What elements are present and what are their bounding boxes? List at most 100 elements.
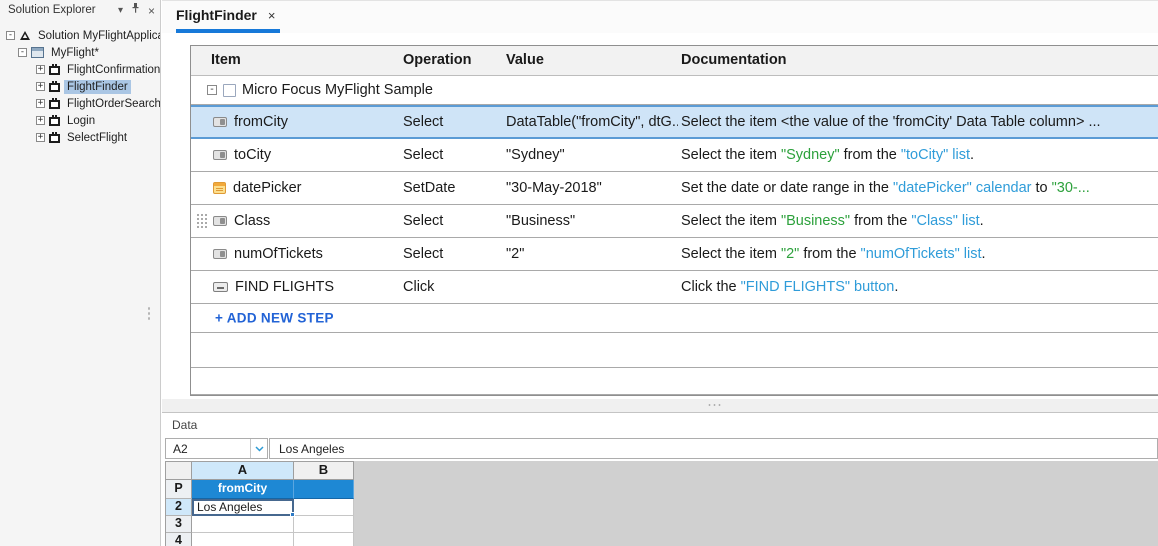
grid-header-row: AB — [166, 462, 354, 480]
tab-close-icon[interactable]: × — [268, 8, 276, 23]
row-header-3[interactable]: 3 — [166, 516, 192, 533]
doc-text: "Business" — [781, 213, 850, 229]
operation-cell[interactable]: SetDate — [403, 180, 455, 196]
column-header-documentation: Documentation — [681, 52, 787, 68]
sidebar-item-flightconfirmation[interactable]: + FlightConfirmation — [0, 61, 160, 78]
formula-bar-input[interactable]: Los Angeles — [269, 438, 1158, 459]
grid-cell[interactable] — [192, 533, 294, 546]
documentation-cell: Set the date or date range in the "dateP… — [681, 180, 1152, 196]
fill-handle[interactable] — [290, 512, 295, 517]
sidebar-item-selectflight[interactable]: + SelectFlight — [0, 129, 160, 146]
value-cell[interactable]: DataTable("fromCity", dtG... — [506, 114, 678, 130]
sidebar-item-label[interactable]: Solution MyFlightApplicat — [35, 29, 160, 43]
splitter-grip-icon[interactable] — [707, 403, 723, 408]
operation-cell[interactable]: Select — [403, 147, 443, 163]
step-row-datepicker[interactable]: datePicker SetDate "30-May-2018" Set the da… — [191, 172, 1158, 205]
item-cell[interactable]: numOfTickets — [213, 246, 323, 262]
expander-icon[interactable]: + — [36, 116, 45, 125]
doc-text: "Sydney" — [781, 147, 840, 163]
expander-icon[interactable]: + — [36, 99, 45, 108]
grid-cell[interactable]: Los Angeles — [192, 499, 294, 516]
group-row[interactable]: -Micro Focus MyFlight Sample — [191, 76, 1158, 105]
operation-cell[interactable]: Click — [403, 279, 434, 295]
expander-icon[interactable]: + — [36, 65, 45, 74]
doc-text: "Class" list — [911, 213, 979, 229]
item-cell[interactable]: fromCity — [213, 114, 288, 130]
combo-icon — [213, 117, 227, 127]
value-cell[interactable]: "2" — [506, 246, 524, 262]
sidebar-item-login[interactable]: + Login — [0, 112, 160, 129]
appmodel-icon — [49, 134, 60, 143]
step-row-fromcity[interactable]: fromCity Select DataTable("fromCity", dtG.… — [191, 105, 1158, 139]
window-checkbox-icon[interactable] — [223, 84, 236, 97]
sidebar-item-label[interactable]: FlightFinder — [64, 80, 131, 94]
doc-text: . — [982, 246, 986, 262]
grid-cell[interactable] — [294, 499, 354, 516]
pin-icon[interactable] — [131, 3, 140, 19]
sidebar-item-flightordersearch[interactable]: + FlightOrderSearch — [0, 95, 160, 112]
add-new-step-row[interactable]: + ADD NEW STEP — [191, 304, 1158, 333]
row-header-2[interactable]: 2 — [166, 499, 192, 516]
grid-cell[interactable] — [294, 480, 354, 499]
row-header-4[interactable]: 4 — [166, 533, 192, 546]
step-row-find-flights[interactable]: FIND FLIGHTSClickClick the "FIND FLIGHTS… — [191, 271, 1158, 304]
doc-text: Select the item — [681, 213, 781, 229]
doc-text: "datePicker" calendar — [893, 180, 1031, 196]
operation-cell[interactable]: Select — [403, 114, 443, 130]
horizontal-splitter[interactable] — [162, 399, 1158, 412]
value-cell[interactable]: "30-May-2018" — [506, 180, 602, 196]
expander-icon[interactable]: + — [36, 82, 45, 91]
doc-text: Select the item <the value of the 'fromC… — [681, 114, 1101, 130]
item-cell[interactable]: Class — [213, 213, 270, 229]
steps-table-header: Item Operation Value Documentation — [191, 46, 1158, 76]
operation-cell[interactable]: Select — [403, 246, 443, 262]
grid-cell[interactable] — [192, 516, 294, 533]
chevron-down-icon[interactable]: ▾ — [118, 4, 123, 18]
grid-cell[interactable]: fromCity — [192, 480, 294, 499]
item-cell[interactable]: datePicker — [213, 180, 302, 196]
item-cell[interactable]: FIND FLIGHTS — [213, 279, 334, 295]
drag-handle-icon[interactable] — [196, 213, 207, 229]
combo-icon — [213, 150, 227, 160]
sidebar-item-label[interactable]: FlightOrderSearch — [64, 97, 160, 111]
grid-cell[interactable] — [294, 516, 354, 533]
sidebar-item-label[interactable]: SelectFlight — [64, 131, 130, 145]
group-cell: -Micro Focus MyFlight Sample — [207, 82, 433, 98]
step-row-tocity[interactable]: toCitySelect"Sydney"Select the item "Syd… — [191, 139, 1158, 172]
tab-flightfinder[interactable]: FlightFinder × — [176, 7, 275, 23]
expander-icon[interactable]: + — [36, 133, 45, 142]
add-new-step-button[interactable]: + ADD NEW STEP — [215, 311, 334, 326]
cell-reference-box[interactable]: A2 — [165, 438, 268, 459]
grid-unused-area — [353, 461, 1158, 546]
value-cell[interactable]: "Sydney" — [506, 147, 565, 163]
expander-icon[interactable]: - — [18, 48, 27, 57]
column-header-b[interactable]: B — [294, 462, 354, 480]
documentation-cell: Select the item <the value of the 'fromC… — [681, 114, 1152, 130]
column-header-item: Item — [211, 52, 241, 68]
column-header-a[interactable]: A — [192, 462, 294, 480]
doc-text: from the — [799, 246, 860, 262]
item-cell[interactable]: toCity — [213, 147, 271, 163]
sidebar-item-label[interactable]: MyFlight* — [48, 46, 102, 60]
expander-icon[interactable]: - — [6, 31, 15, 40]
sidebar-item-flightfinder[interactable]: + FlightFinder — [0, 78, 160, 95]
solution-explorer-panel: Solution Explorer ▾ × -Solution MyFlight… — [0, 0, 161, 546]
doc-text: Click the — [681, 279, 741, 295]
collapse-icon[interactable]: - — [207, 85, 217, 95]
select-all-corner[interactable] — [166, 462, 192, 480]
close-icon[interactable]: × — [148, 4, 155, 18]
panel-resize-grip[interactable] — [147, 306, 151, 322]
documentation-cell: Select the item "Sydney" from the "toCit… — [681, 147, 1152, 163]
grid-cell[interactable] — [294, 533, 354, 546]
solution-tree: -Solution MyFlightApplicat-MyFlight*+Fli… — [0, 22, 160, 146]
value-cell[interactable]: "Business" — [506, 213, 575, 229]
step-row-numoftickets[interactable]: numOfTicketsSelect"2"Select the item "2"… — [191, 238, 1158, 271]
step-row-class[interactable]: ClassSelect"Business"Select the item "Bu… — [191, 205, 1158, 238]
operation-cell[interactable]: Select — [403, 213, 443, 229]
sidebar-item-label[interactable]: Login — [64, 114, 98, 128]
sidebar-item-label[interactable]: FlightConfirmation — [64, 63, 160, 77]
sidebar-item-solution-myflightapplicat[interactable]: - Solution MyFlightApplicat — [0, 27, 160, 44]
chevron-down-icon[interactable] — [250, 439, 267, 458]
sidebar-item-myflight-[interactable]: - MyFlight* — [0, 44, 160, 61]
row-header-p[interactable]: P — [166, 480, 192, 499]
